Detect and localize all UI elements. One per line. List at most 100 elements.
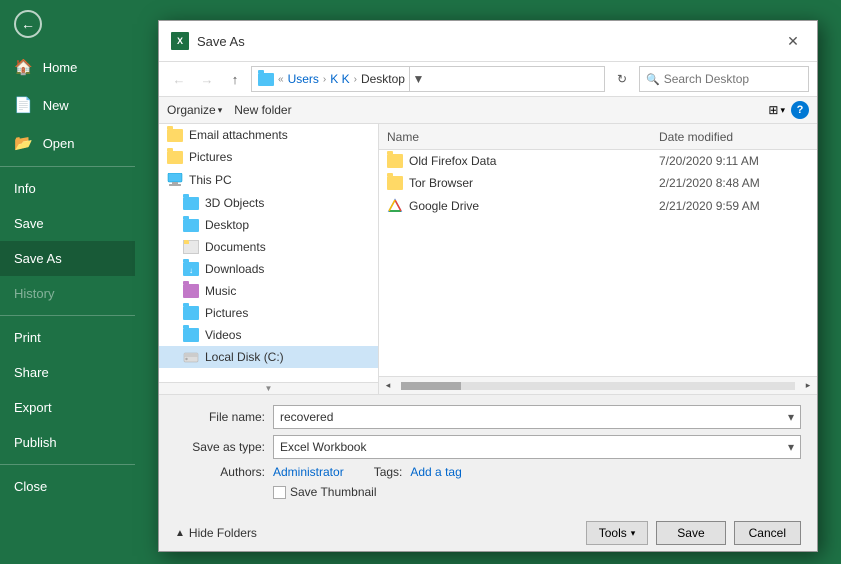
sidebar-item-label: Save (14, 216, 44, 231)
tree-item-videos[interactable]: Videos (159, 324, 378, 346)
back-button[interactable]: ← (0, 0, 135, 48)
up-nav-button[interactable]: ↑ (223, 67, 247, 91)
scroll-thumb[interactable] (401, 382, 461, 390)
breadcrumb-desktop: Desktop (361, 72, 405, 86)
organize-chevron-icon: ▾ (218, 105, 223, 116)
dialog-footer: ▲ Hide Folders Tools ▾ Save Cancel (159, 517, 817, 551)
filename-input[interactable]: recovered ▾ (273, 405, 801, 429)
view-icon: ⊞ (768, 103, 778, 117)
sidebar-item-history[interactable]: History (0, 276, 135, 311)
tree-item-this-pc[interactable]: This PC (159, 168, 378, 192)
breadcrumb-bar: « Users › K K › Desktop ▼ (251, 66, 605, 92)
excel-icon: X (171, 32, 189, 50)
save-button[interactable]: Save (656, 521, 725, 545)
hide-folders-label: Hide Folders (189, 526, 257, 540)
sidebar-item-new[interactable]: 📄 New (0, 86, 135, 124)
column-headers: Name Date modified (379, 124, 817, 150)
sidebar-item-export[interactable]: Export (0, 390, 135, 425)
sidebar-item-label: Print (14, 330, 41, 345)
tree-item-desktop[interactable]: Desktop (159, 214, 378, 236)
savetype-row: Save as type: Excel Workbook ▾ (175, 435, 801, 459)
filename-dropdown-arrow: ▾ (788, 410, 794, 424)
search-box: 🔍 (639, 66, 809, 92)
breadcrumb-kk[interactable]: K K (330, 72, 349, 86)
sidebar-item-label: Share (14, 365, 49, 380)
thumbnail-checkbox[interactable] (273, 486, 286, 499)
horizontal-scrollbar[interactable]: ◂ ▸ (379, 376, 817, 394)
nav-toolbar: ← → ↑ « Users › K K › Desktop ▼ ↻ 🔍 (159, 62, 817, 97)
sidebar-item-home[interactable]: 🏠 Home (0, 48, 135, 86)
scroll-left-arrow[interactable]: ◂ (379, 380, 397, 391)
dialog-area: X Save As ✕ ← → ↑ « Users › K K › Deskto… (135, 0, 841, 564)
refresh-button[interactable]: ↻ (609, 66, 635, 92)
tools-chevron-icon: ▾ (631, 528, 636, 539)
file-item-old-firefox[interactable]: Old Firefox Data 7/20/2020 9:11 AM (379, 150, 817, 172)
close-button[interactable]: ✕ (781, 29, 805, 53)
dialog-content: Email attachments Pictures (159, 124, 817, 394)
folder-blue-icon (183, 197, 199, 210)
sidebar-item-publish[interactable]: Publish (0, 425, 135, 460)
organize-button[interactable]: Organize ▾ (167, 103, 222, 117)
savetype-input[interactable]: Excel Workbook ▾ (273, 435, 801, 459)
sidebar-item-open[interactable]: 📂 Open (0, 124, 135, 162)
folder-yellow-icon (167, 151, 183, 164)
search-input[interactable] (664, 72, 802, 86)
filename-row: File name: recovered ▾ (175, 405, 801, 429)
col-name-header[interactable]: Name (387, 130, 659, 144)
sidebar-item-label: Home (43, 60, 78, 75)
sidebar-item-close[interactable]: Close (0, 469, 135, 504)
sidebar-item-share[interactable]: Share (0, 355, 135, 390)
authors-label: Authors: (175, 465, 265, 479)
sidebar-item-info[interactable]: Info (0, 171, 135, 206)
help-button[interactable]: ? (791, 101, 809, 119)
tree-item-documents[interactable]: Documents (159, 236, 378, 258)
tree-item-pictures-quick[interactable]: Pictures (159, 146, 378, 168)
thumbnail-label[interactable]: Save Thumbnail (290, 485, 377, 499)
tree-item-3d-objects[interactable]: 3D Objects (159, 192, 378, 214)
forward-nav-button[interactable]: → (195, 67, 219, 91)
tree-item-email-attachments[interactable]: Email attachments (159, 124, 378, 146)
breadcrumb-users[interactable]: Users (288, 72, 319, 86)
dialog-form: File name: recovered ▾ Save as type: Exc… (159, 394, 817, 517)
sidebar-item-print[interactable]: Print (0, 320, 135, 355)
tree-item-pictures[interactable]: Pictures (159, 302, 378, 324)
tools-button[interactable]: Tools ▾ (586, 521, 649, 545)
view-chevron-icon: ▾ (780, 105, 785, 116)
folder-icon (387, 154, 403, 168)
sidebar-item-label: New (43, 98, 69, 113)
file-item-tor-browser[interactable]: Tor Browser 2/21/2020 8:48 AM (379, 172, 817, 194)
folder-tree: Email attachments Pictures (159, 124, 378, 382)
hide-folders-toggle[interactable]: ▲ Hide Folders (175, 526, 578, 540)
open-icon: 📂 (14, 134, 33, 152)
tags-label: Tags: (374, 465, 403, 479)
view-options-button[interactable]: ⊞ ▾ (768, 103, 785, 117)
folder-blue-icon (183, 219, 199, 232)
sidebar: ← 🏠 Home 📄 New 📂 Open Info Save Save As … (0, 0, 135, 564)
scroll-track[interactable] (401, 382, 795, 390)
authors-value[interactable]: Administrator (273, 465, 344, 479)
back-nav-button[interactable]: ← (167, 67, 191, 91)
new-folder-button[interactable]: New folder (234, 103, 291, 117)
tree-item-music[interactable]: Music (159, 280, 378, 302)
file-item-google-drive[interactable]: Google Drive 2/21/2020 9:59 AM (379, 194, 817, 218)
search-icon: 🔍 (646, 73, 660, 86)
gdrive-icon (387, 198, 403, 214)
home-icon: 🏠 (14, 58, 33, 76)
tags-value[interactable]: Add a tag (410, 465, 461, 479)
tree-item-downloads[interactable]: ↓ Downloads (159, 258, 378, 280)
col-date-header[interactable]: Date modified (659, 130, 809, 144)
tree-item-local-disk[interactable]: Local Disk (C:) (159, 346, 378, 368)
cancel-button[interactable]: Cancel (734, 521, 801, 545)
this-pc-icon (167, 172, 183, 188)
scroll-right-arrow[interactable]: ▸ (799, 380, 817, 391)
savetype-label: Save as type: (175, 440, 265, 454)
sidebar-item-saveas[interactable]: Save As (0, 241, 135, 276)
filename-label: File name: (175, 410, 265, 424)
hide-folders-arrow-icon: ▲ (175, 528, 185, 539)
breadcrumb-dropdown[interactable]: ▼ (409, 66, 427, 92)
back-circle-icon[interactable]: ← (14, 10, 42, 38)
new-icon: 📄 (14, 96, 33, 114)
sidebar-item-save[interactable]: Save (0, 206, 135, 241)
sidebar-item-label: Export (14, 400, 52, 415)
sidebar-item-label: Info (14, 181, 36, 196)
